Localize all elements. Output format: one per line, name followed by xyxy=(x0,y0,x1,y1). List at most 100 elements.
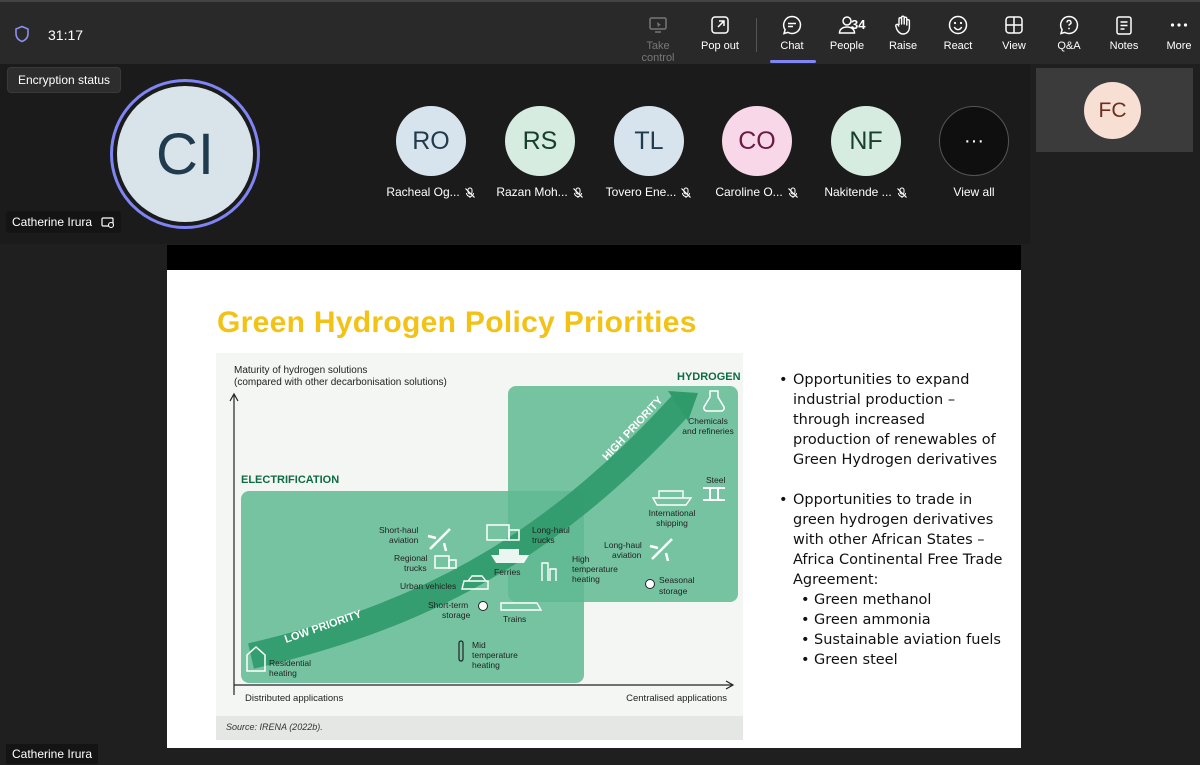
view-button[interactable]: View xyxy=(985,14,1043,62)
sub-bullet-item: Sustainable aviation fuels xyxy=(777,630,1005,650)
participant-name: Nakitende ... xyxy=(824,185,892,199)
raise-hand-button[interactable]: Raise xyxy=(874,14,932,62)
self-avatar: FC xyxy=(1084,82,1141,139)
item-label: Seasonal xyxy=(659,575,695,585)
item-label: Long-haul xyxy=(604,540,642,550)
raise-hand-icon xyxy=(895,15,911,35)
speaker-name: Catherine Irura xyxy=(12,215,93,229)
pop-out-label: Pop out xyxy=(701,40,739,52)
participant-tile[interactable]: CO Caroline O... xyxy=(712,106,802,199)
item-label: heating xyxy=(472,660,500,670)
item-label: Steel xyxy=(706,475,725,485)
notes-label: Notes xyxy=(1109,40,1139,52)
mic-muted-icon xyxy=(681,187,692,198)
react-button[interactable]: React xyxy=(929,14,987,62)
qa-button[interactable]: Q&A xyxy=(1040,14,1098,62)
raise-label: Raise xyxy=(888,40,918,52)
item-label: Ferries xyxy=(494,567,520,577)
view-all-button[interactable]: ··· View all xyxy=(929,106,1019,199)
meeting-toolbar: 31:17 Take control Pop out Chat 34 Peopl… xyxy=(0,0,1200,64)
mic-muted-icon xyxy=(896,187,907,198)
item-label: Trains xyxy=(503,614,526,624)
electrification-label: ELECTRIFICATION xyxy=(241,474,339,486)
take-control-label: Take control xyxy=(641,40,675,64)
item-label: and refineries xyxy=(682,426,734,436)
item-label: shipping xyxy=(656,518,688,528)
take-control-icon xyxy=(649,17,667,33)
mic-muted-icon xyxy=(572,187,583,198)
meeting-timer: 31:17 xyxy=(48,27,84,43)
encryption-tooltip: Encryption status xyxy=(7,67,122,93)
toolbar-divider xyxy=(756,18,757,52)
item-label: heating xyxy=(269,668,297,678)
view-label: View xyxy=(1002,40,1026,52)
participant-avatar: RO xyxy=(396,106,466,176)
bullet-item: Opportunities to expand industrial produ… xyxy=(777,370,1005,470)
item-label: storage xyxy=(442,610,471,620)
figure-source: Source: IRENA (2022b). xyxy=(216,716,743,740)
qa-icon xyxy=(1059,15,1079,35)
people-button[interactable]: 34 People xyxy=(818,14,876,62)
mic-muted-icon xyxy=(464,187,475,198)
participant-tile[interactable]: RO Racheal Og... xyxy=(386,106,476,199)
view-icon xyxy=(1005,16,1023,34)
more-button[interactable]: More xyxy=(1150,14,1200,62)
hydrogen-label: HYDROGEN xyxy=(677,371,741,383)
sub-bullet-item: Green ammonia xyxy=(777,610,1005,630)
item-label: Urban vehicles xyxy=(400,581,456,591)
item-label: aviation xyxy=(612,550,642,560)
item-label: Regional xyxy=(394,553,428,563)
screen-share-band xyxy=(167,245,1021,270)
item-label: Mid xyxy=(472,640,486,650)
item-label: temperature xyxy=(572,564,618,574)
view-all-label: View all xyxy=(953,185,995,199)
pop-out-button[interactable]: Pop out xyxy=(691,14,749,62)
participant-tile[interactable]: NF Nakitende ... xyxy=(821,106,911,199)
participant-tile[interactable]: RS Razan Moh... xyxy=(495,106,585,199)
participant-avatar: NF xyxy=(831,106,901,176)
slide-title: Green Hydrogen Policy Priorities xyxy=(217,306,697,339)
y-axis-subtitle: (compared with other decarbonisation sol… xyxy=(234,377,447,388)
active-speaker-avatar[interactable]: CI xyxy=(110,79,260,229)
item-label: Short-term xyxy=(428,600,468,610)
chat-icon xyxy=(782,15,802,35)
participant-name: Racheal Og... xyxy=(386,185,460,199)
react-icon xyxy=(948,15,968,35)
x-axis-left-label: Distributed applications xyxy=(245,693,343,704)
chat-button[interactable]: Chat xyxy=(763,14,821,62)
item-label: trucks xyxy=(404,563,427,573)
ellipsis-icon: ··· xyxy=(939,106,1009,176)
chat-active-indicator xyxy=(770,60,816,63)
item-label: trucks xyxy=(532,535,555,545)
participant-name: Razan Moh... xyxy=(496,185,568,199)
speaker-initials: CI xyxy=(117,86,253,222)
item-label: heating xyxy=(572,574,600,584)
more-icon xyxy=(1170,23,1188,27)
participant-tile[interactable]: TL Tovero Ene... xyxy=(604,106,694,199)
sub-bullet-item: Green methanol xyxy=(777,590,1005,610)
people-count-badge: 34 xyxy=(851,17,866,32)
short-term-storage-marker xyxy=(478,601,488,611)
take-control-button[interactable]: Take control xyxy=(629,14,687,64)
slide-bullets: Opportunities to expand industrial produ… xyxy=(777,370,1005,670)
bullet-item: Opportunities to trade in green hydrogen… xyxy=(777,490,1005,590)
participant-name: Tovero Ene... xyxy=(605,185,677,199)
shared-slide: Green Hydrogen Policy Priorities Maturit… xyxy=(167,270,1021,748)
item-label: Long-haul xyxy=(532,525,570,535)
notes-icon xyxy=(1116,16,1132,35)
qa-label: Q&A xyxy=(1057,40,1081,52)
presenter-name-tag: Catherine Irura xyxy=(6,744,99,764)
self-video-tile[interactable]: FC xyxy=(1036,68,1193,152)
item-label: Residential xyxy=(269,658,311,668)
item-label: temperature xyxy=(472,650,518,660)
participant-name: Caroline O... xyxy=(715,185,783,199)
item-label: International xyxy=(649,508,696,518)
item-label: storage xyxy=(659,586,688,596)
speaker-name-tag: Catherine Irura xyxy=(6,211,122,233)
item-label: Chemicals xyxy=(688,416,728,426)
irena-priority-figure: Maturity of hydrogen solutions (compared… xyxy=(216,353,743,740)
chat-label: Chat xyxy=(780,40,804,52)
notes-button[interactable]: Notes xyxy=(1095,14,1153,62)
encryption-shield-icon[interactable] xyxy=(13,25,31,43)
sub-bullet-item: Green steel xyxy=(777,650,1005,670)
